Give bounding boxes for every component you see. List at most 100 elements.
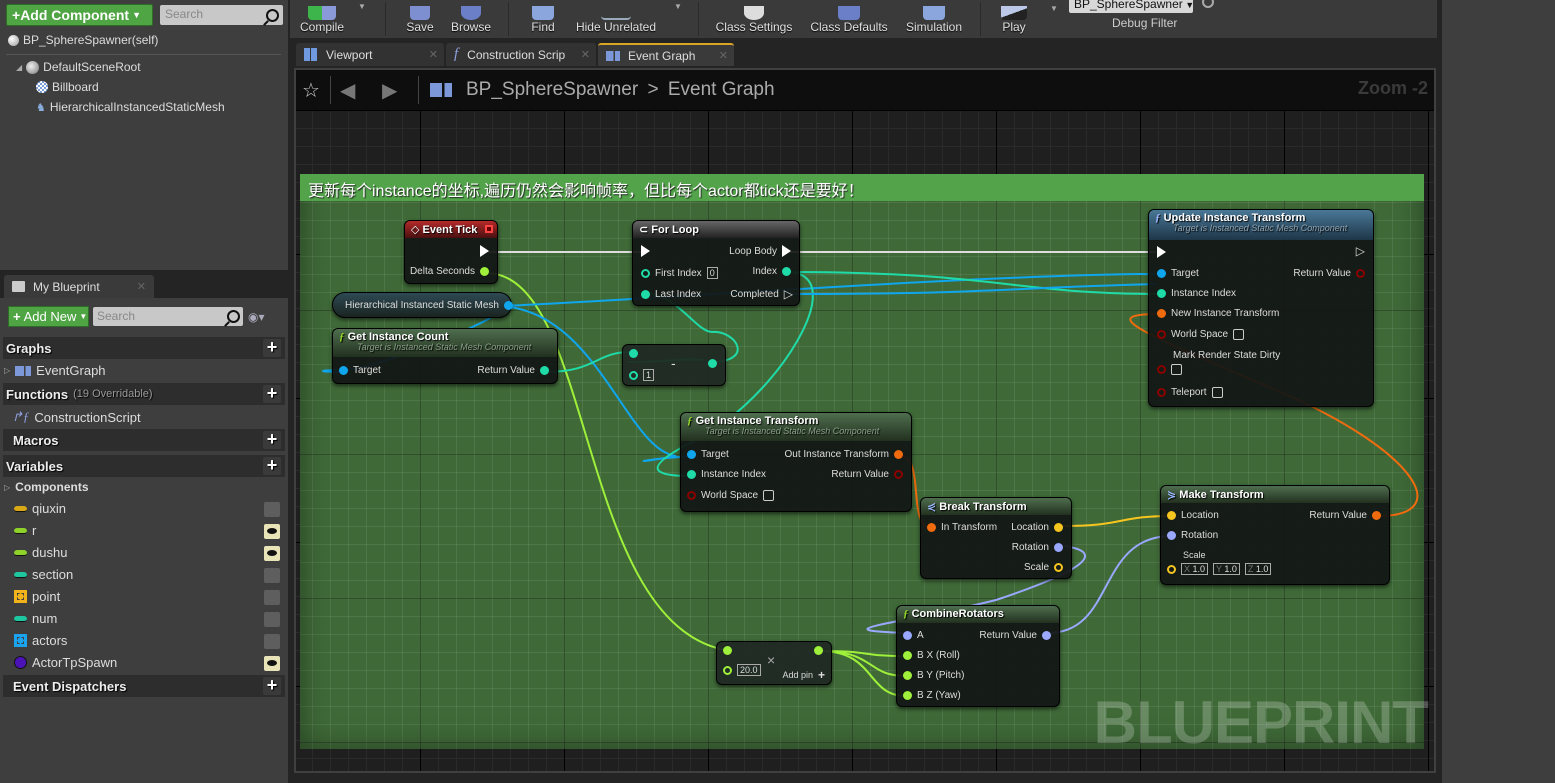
return-value-pin[interactable]: Return Value <box>477 365 549 376</box>
visibility-eye-open-icon[interactable] <box>264 524 280 539</box>
variable-item[interactable]: qiuxin <box>14 501 66 516</box>
scale-x-field[interactable]: X 1.0 <box>1181 563 1209 575</box>
rotation-pin[interactable]: Rotation <box>1167 530 1218 541</box>
teleport-checkbox[interactable] <box>1211 387 1223 398</box>
target-pin[interactable]: Target <box>339 365 381 376</box>
add-pin-button[interactable]: Add pin + <box>782 668 825 682</box>
graph-item-eventgraph[interactable]: ▷ EventGraph <box>4 363 106 378</box>
node-break-transform[interactable]: ⋞ Break Transform In Transform Location … <box>920 497 1072 579</box>
a-pin[interactable] <box>723 646 732 655</box>
visibility-eye-closed-icon[interactable] <box>264 590 280 605</box>
variable-item[interactable]: r <box>14 523 36 538</box>
tree-item-hism[interactable]: ♞ HierarchicalInstancedStaticMesh <box>36 100 225 114</box>
node-subtract[interactable]: 1 - <box>622 344 726 386</box>
tab-construction-script[interactable]: f Construction Scrip ✕ <box>446 43 596 66</box>
bx-pin[interactable]: B X (Roll) <box>903 650 960 661</box>
node-update-instance-transform[interactable]: ƒ Update Instance Transform Target is Ins… <box>1148 209 1374 407</box>
back-arrow-icon[interactable]: ◀ <box>340 78 355 103</box>
hide-unrelated-button[interactable]: Hide Unrelated <box>574 0 658 38</box>
delegate-pin-icon[interactable] <box>485 225 493 233</box>
index-pin[interactable]: Index <box>753 266 791 277</box>
class-settings-button[interactable]: Class Settings <box>714 0 794 38</box>
b-pin[interactable]: 20.0 <box>723 664 761 676</box>
return-value-pin[interactable]: Return Value <box>1309 510 1381 521</box>
debug-filter-select[interactable]: BP_SphereSpawner ▼ <box>1069 0 1193 13</box>
target-pin[interactable]: Target <box>1157 268 1199 279</box>
close-tab-icon[interactable]: ✕ <box>719 49 728 62</box>
node-combine-rotators[interactable]: ƒ CombineRotators A B X (Roll) B Y (Pitc… <box>896 605 1060 707</box>
node-hism-variable[interactable]: Hierarchical Instanced Static Mesh <box>332 292 513 318</box>
variable-item[interactable]: point <box>14 589 60 604</box>
b-pin[interactable]: 1 <box>629 369 655 381</box>
bz-pin[interactable]: B Z (Yaw) <box>903 690 961 701</box>
visibility-eye-closed-icon[interactable] <box>264 612 280 627</box>
add-event-dispatcher-button[interactable]: + <box>263 676 281 695</box>
a-pin[interactable]: A <box>903 630 924 641</box>
tab-event-graph[interactable]: Event Graph ✕ <box>598 43 734 66</box>
scale-pin[interactable]: X 1.0 Y 1.0 Z 1.0 <box>1167 563 1272 575</box>
scale-y-field[interactable]: Y 1.0 <box>1213 563 1240 575</box>
blueprint-search-input[interactable]: Search <box>93 307 243 326</box>
result-pin[interactable] <box>708 359 717 368</box>
add-component-button[interactable]: + Add Component ▼ <box>6 4 153 26</box>
section-macros[interactable]: Macros + <box>3 429 285 451</box>
completed-pin[interactable]: Completed ▷ <box>730 287 793 301</box>
function-item-construction-script[interactable]: ↱ƒ ConstructionScript <box>12 409 141 425</box>
compile-options-arrow-icon[interactable]: ▼ <box>358 2 366 11</box>
world-space-checkbox[interactable] <box>1233 329 1245 340</box>
return-value-pin[interactable]: Return Value <box>831 469 903 480</box>
delta-seconds-pin[interactable]: Delta Seconds <box>410 266 489 277</box>
mark-render-state-dirty-checkbox[interactable] <box>1171 364 1182 375</box>
comment-text[interactable]: 更新每个instance的坐标,遍历仍然会影响帧率，但比每个actor都tick… <box>300 174 1424 201</box>
class-defaults-button[interactable]: Class Defaults <box>808 0 890 38</box>
visibility-eye-closed-icon[interactable] <box>264 568 280 583</box>
tree-item-self[interactable]: BP_SphereSpawner(self) <box>8 33 158 47</box>
world-space-pin[interactable]: World Space <box>1157 329 1245 340</box>
variable-item[interactable]: num <box>14 611 57 626</box>
variable-item[interactable]: section <box>14 567 73 582</box>
view-options-eye-icon[interactable]: ◉▾ <box>248 310 265 324</box>
visibility-eye-closed-icon[interactable] <box>264 502 280 517</box>
world-space-checkbox[interactable] <box>763 490 775 501</box>
rotation-pin[interactable]: Rotation <box>1012 542 1063 553</box>
node-event-tick[interactable]: ◇ Event Tick Delta Seconds <box>404 220 498 284</box>
simulation-button[interactable]: Simulation <box>902 0 966 38</box>
visibility-eye-closed-icon[interactable] <box>264 634 280 649</box>
tab-viewport[interactable]: Viewport ✕ <box>296 43 444 66</box>
section-event-dispatchers[interactable]: Event Dispatchers + <box>3 675 285 697</box>
browse-button[interactable]: Browse <box>450 0 492 38</box>
mark-render-state-dirty-pin[interactable] <box>1157 364 1182 375</box>
node-get-instance-transform[interactable]: ƒ Get Instance Transform Target is Instan… <box>680 412 912 512</box>
search-icon[interactable] <box>266 9 279 22</box>
find-button[interactable]: Find <box>526 0 560 38</box>
close-tab-icon[interactable]: ✕ <box>429 48 438 61</box>
variable-category-components[interactable]: ▷ Components <box>4 480 89 494</box>
return-value-pin[interactable]: Return Value <box>979 630 1051 641</box>
teleport-pin[interactable]: Teleport <box>1157 387 1223 398</box>
add-graph-button[interactable]: + <box>263 338 281 357</box>
close-tab-icon[interactable]: ✕ <box>137 280 146 293</box>
target-pin[interactable]: Target <box>687 449 729 460</box>
last-index-pin[interactable]: Last Index <box>641 289 701 300</box>
section-variables[interactable]: Variables + <box>3 455 285 477</box>
node-for-loop[interactable]: ⊂ For Loop First Index 0 Last Index Loop … <box>632 220 800 306</box>
world-space-pin[interactable]: World Space <box>687 490 775 501</box>
instance-index-pin[interactable]: Instance Index <box>687 469 766 480</box>
out-instance-transform-pin[interactable]: Out Instance Transform <box>785 449 903 460</box>
play-button[interactable]: Play <box>996 0 1032 38</box>
add-macro-button[interactable]: + <box>263 430 281 449</box>
graph-editor[interactable]: ☆ ◀ ▶ BP_SphereSpawner > Event Graph Zoo… <box>294 68 1436 773</box>
add-new-button[interactable]: + Add New ▼ <box>8 306 89 327</box>
loop-body-pin[interactable]: Loop Body <box>729 245 791 257</box>
location-pin[interactable]: Location <box>1011 522 1063 533</box>
hism-output-pin[interactable]: Hierarchical Instanced Static Mesh <box>345 300 513 311</box>
a-pin[interactable] <box>629 349 638 358</box>
first-index-pin[interactable]: First Index 0 <box>641 267 718 279</box>
visibility-eye-open-icon[interactable] <box>264 656 280 671</box>
compile-button[interactable]: Compile <box>296 0 348 38</box>
section-graphs[interactable]: Graphs + <box>3 337 285 359</box>
close-tab-icon[interactable]: ✕ <box>581 48 590 61</box>
exec-out-pin[interactable]: ▷ <box>1356 244 1365 258</box>
debug-search-icon[interactable] <box>1202 0 1214 8</box>
new-instance-transform-pin[interactable]: New Instance Transform <box>1157 308 1279 319</box>
